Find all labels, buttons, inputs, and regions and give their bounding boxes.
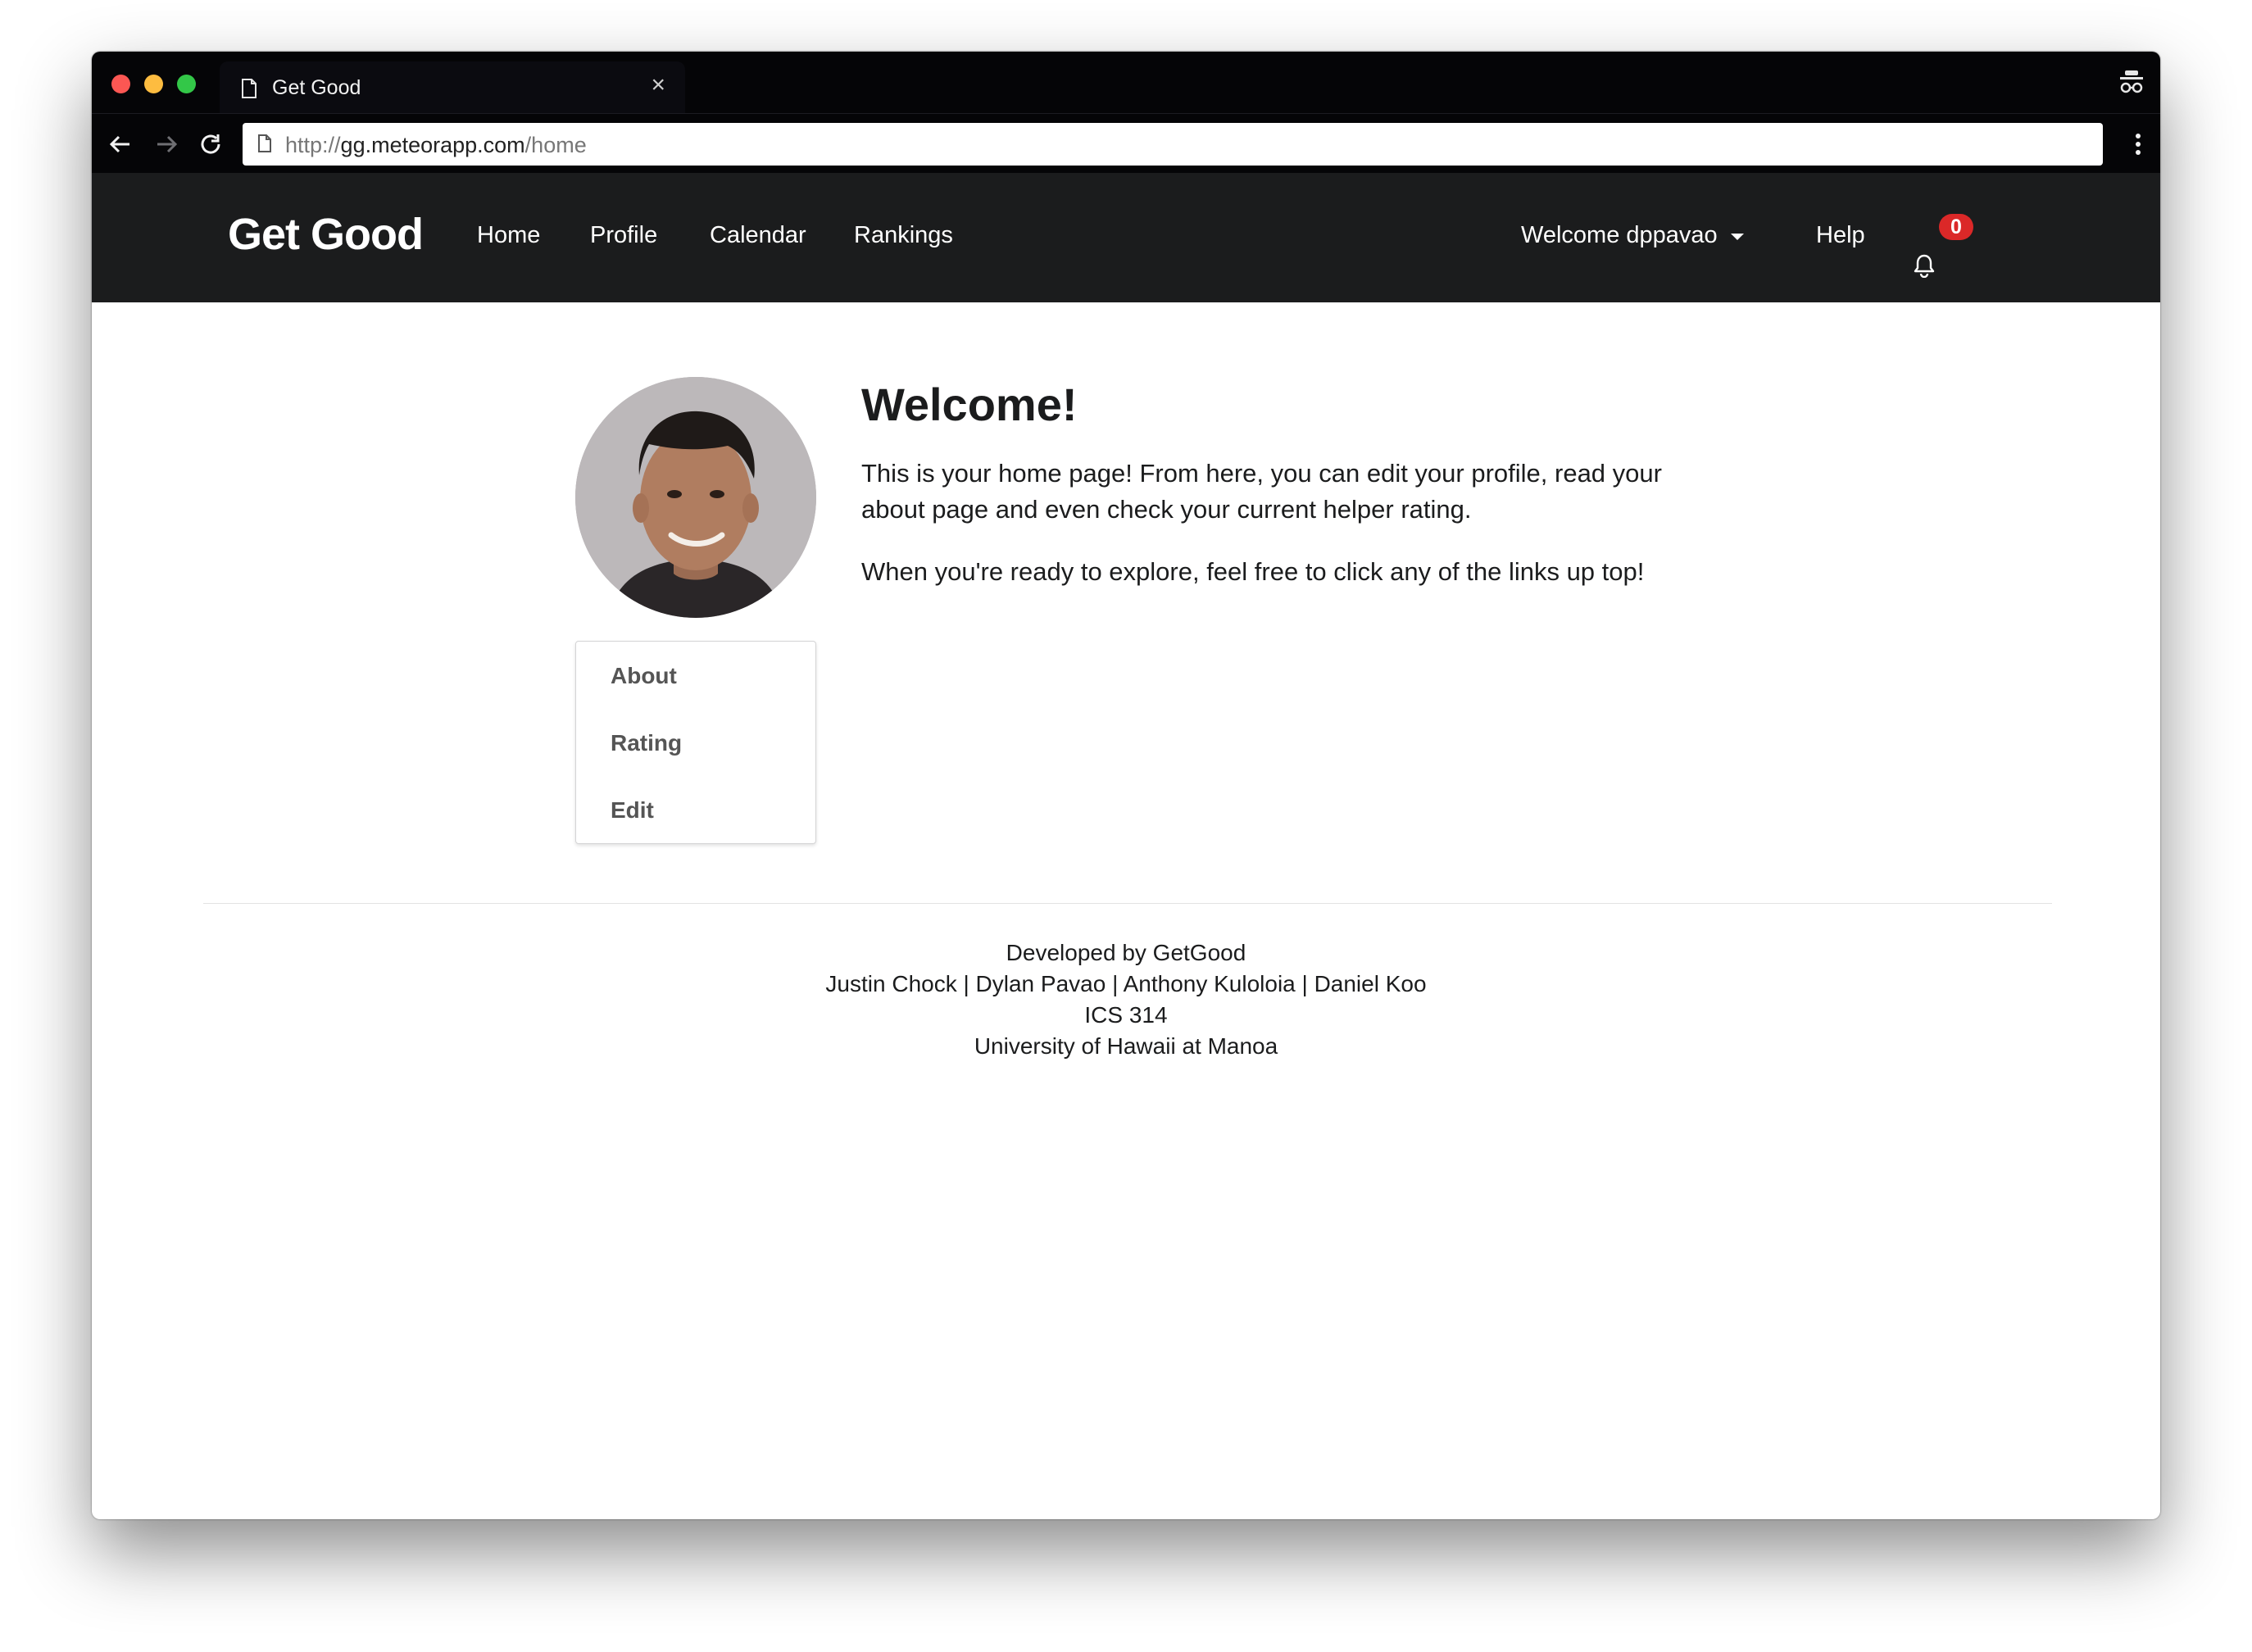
- menu-item-rating[interactable]: Rating: [611, 730, 682, 756]
- tab-strip: Get Good ×: [92, 52, 2160, 113]
- url-host: gg.meteorapp.com: [340, 133, 525, 157]
- nav-help-link[interactable]: Help: [1816, 222, 1865, 249]
- site-navbar: Get Good Home Profile Calendar Rankings …: [92, 173, 2160, 302]
- browser-window: Get Good × http://gg.meteorapp.com/home …: [92, 52, 2160, 1519]
- profile-avatar: [575, 377, 816, 618]
- tab-title: Get Good: [272, 76, 361, 99]
- explore-paragraph: When you're ready to explore, feel free …: [861, 557, 1645, 586]
- brand-logo[interactable]: Get Good: [228, 209, 424, 260]
- incognito-icon: [2118, 68, 2145, 100]
- close-window-button[interactable]: [111, 75, 130, 93]
- menu-item-about[interactable]: About: [611, 663, 677, 689]
- forward-arrow-icon[interactable]: [154, 132, 179, 161]
- profile-menu: About Rating Edit: [575, 641, 816, 844]
- reload-icon[interactable]: [198, 132, 223, 161]
- footer-team-line: Justin Chock | Dylan Pavao | Anthony Kul…: [825, 971, 1427, 996]
- page-title: Welcome!: [861, 379, 1078, 430]
- intro-paragraph: This is your home page! From here, you c…: [861, 459, 1662, 524]
- browser-toolbar: http://gg.meteorapp.com/home: [92, 113, 2160, 174]
- zoom-window-button[interactable]: [177, 75, 196, 93]
- page-icon: [241, 79, 257, 102]
- notification-count-badge[interactable]: 0: [1939, 214, 1973, 240]
- page-icon: [257, 134, 272, 157]
- browser-tab[interactable]: Get Good ×: [220, 61, 685, 113]
- menu-item-edit[interactable]: Edit: [611, 797, 654, 824]
- url-text[interactable]: http://gg.meteorapp.com/home: [285, 133, 587, 158]
- nav-rankings-link[interactable]: Rankings: [854, 222, 953, 249]
- footer-divider: [203, 903, 2052, 904]
- dropdown-caret-icon[interactable]: [1731, 234, 1744, 240]
- back-arrow-icon[interactable]: [108, 132, 133, 161]
- url-scheme: http://: [285, 133, 341, 157]
- address-bar[interactable]: http://gg.meteorapp.com/home: [243, 123, 2103, 166]
- url-path: /home: [524, 133, 587, 157]
- footer-university-line: University of Hawaii at Manoa: [974, 1033, 1278, 1059]
- page-footer: Developed by GetGood Justin Chock | Dyla…: [92, 937, 2160, 1062]
- nav-calendar-link[interactable]: Calendar: [710, 222, 806, 249]
- footer-course-line: ICS 314: [1084, 1002, 1168, 1028]
- bell-icon[interactable]: [1913, 253, 1936, 282]
- nav-home-link[interactable]: Home: [477, 222, 540, 249]
- minimize-window-button[interactable]: [144, 75, 163, 93]
- nav-profile-link[interactable]: Profile: [590, 222, 657, 249]
- footer-developer-line: Developed by GetGood: [1006, 940, 1246, 965]
- user-dropdown[interactable]: Welcome dppavao: [1521, 222, 1718, 249]
- browser-menu-icon[interactable]: [2134, 132, 2142, 161]
- tab-close-icon[interactable]: ×: [651, 73, 665, 98]
